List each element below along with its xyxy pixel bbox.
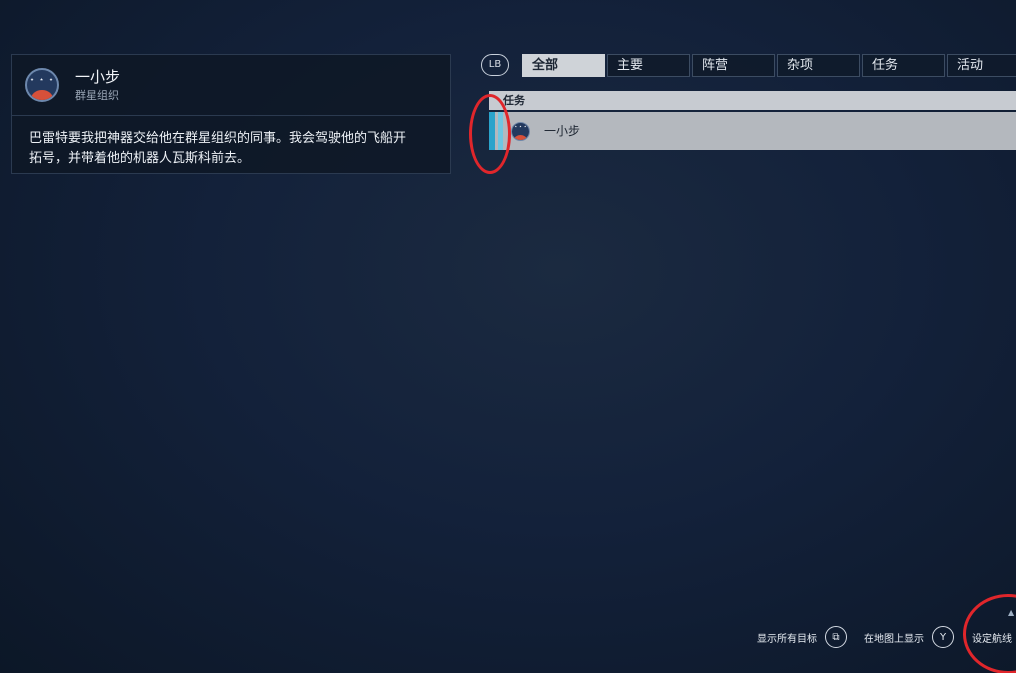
constellation-emblem-icon: ⋆ ⋆ ⋆ <box>511 122 530 141</box>
red-annotation-circle <box>469 94 511 174</box>
hint-label: 在地图上显示 <box>864 633 924 645</box>
tab-all[interactable]: 全部 <box>522 54 605 77</box>
tab-main[interactable]: 主要 <box>607 54 690 77</box>
quest-description: 巴雷特要我把神器交给他在群星组织的同事。我会驾驶他的飞船开拓号，并带着他的机器人… <box>29 131 407 166</box>
mission-screen: ⋆ ⋆ ⋆ 一小步 群星组织 巴雷特要我把神器交给他在群星组织的同事。我会驾驶他… <box>0 0 1016 673</box>
constellation-emblem-icon: ⋆ ⋆ ⋆ <box>25 68 59 102</box>
hint-show-all-objectives[interactable]: 显示所有目标 ⧉ <box>757 626 847 648</box>
quest-detail-panel: ⋆ ⋆ ⋆ 一小步 群星组织 巴雷特要我把神器交给他在群星组织的同事。我会驾驶他… <box>11 54 451 174</box>
hint-show-on-map[interactable]: 在地图上显示 Y <box>864 626 954 648</box>
tab-misc[interactable]: 杂项 <box>777 54 860 77</box>
tab-faction[interactable]: 阵营 <box>692 54 775 77</box>
quest-faction: 群星组织 <box>75 88 119 102</box>
tab-activities[interactable]: 活动 <box>947 54 1016 77</box>
quest-filter-tabs: 全部 主要 阵营 杂项 任务 活动 <box>522 54 1016 77</box>
scroll-up-icon: ▲ <box>1008 608 1015 617</box>
quest-title: 一小步 <box>75 67 121 86</box>
emblem-stars: ⋆ ⋆ ⋆ <box>29 75 55 84</box>
quest-detail-header: ⋆ ⋆ ⋆ 一小步 群星组织 <box>12 55 450 116</box>
view-button-icon: ⧉ <box>825 626 847 648</box>
tab-missions[interactable]: 任务 <box>862 54 945 77</box>
y-button-icon: Y <box>932 626 954 648</box>
quest-category-header: 任务 <box>489 91 1016 110</box>
hint-set-course[interactable]: 设定航线 <box>972 626 1012 648</box>
hint-label: 显示所有目标 <box>757 633 817 645</box>
lb-bumper-icon[interactable]: LB <box>481 54 509 76</box>
hint-label: 设定航线 <box>972 633 1012 645</box>
quest-list-item-name: 一小步 <box>544 124 581 138</box>
quest-list-item[interactable]: ⋆ ⋆ ⋆ 一小步 <box>489 112 1016 150</box>
